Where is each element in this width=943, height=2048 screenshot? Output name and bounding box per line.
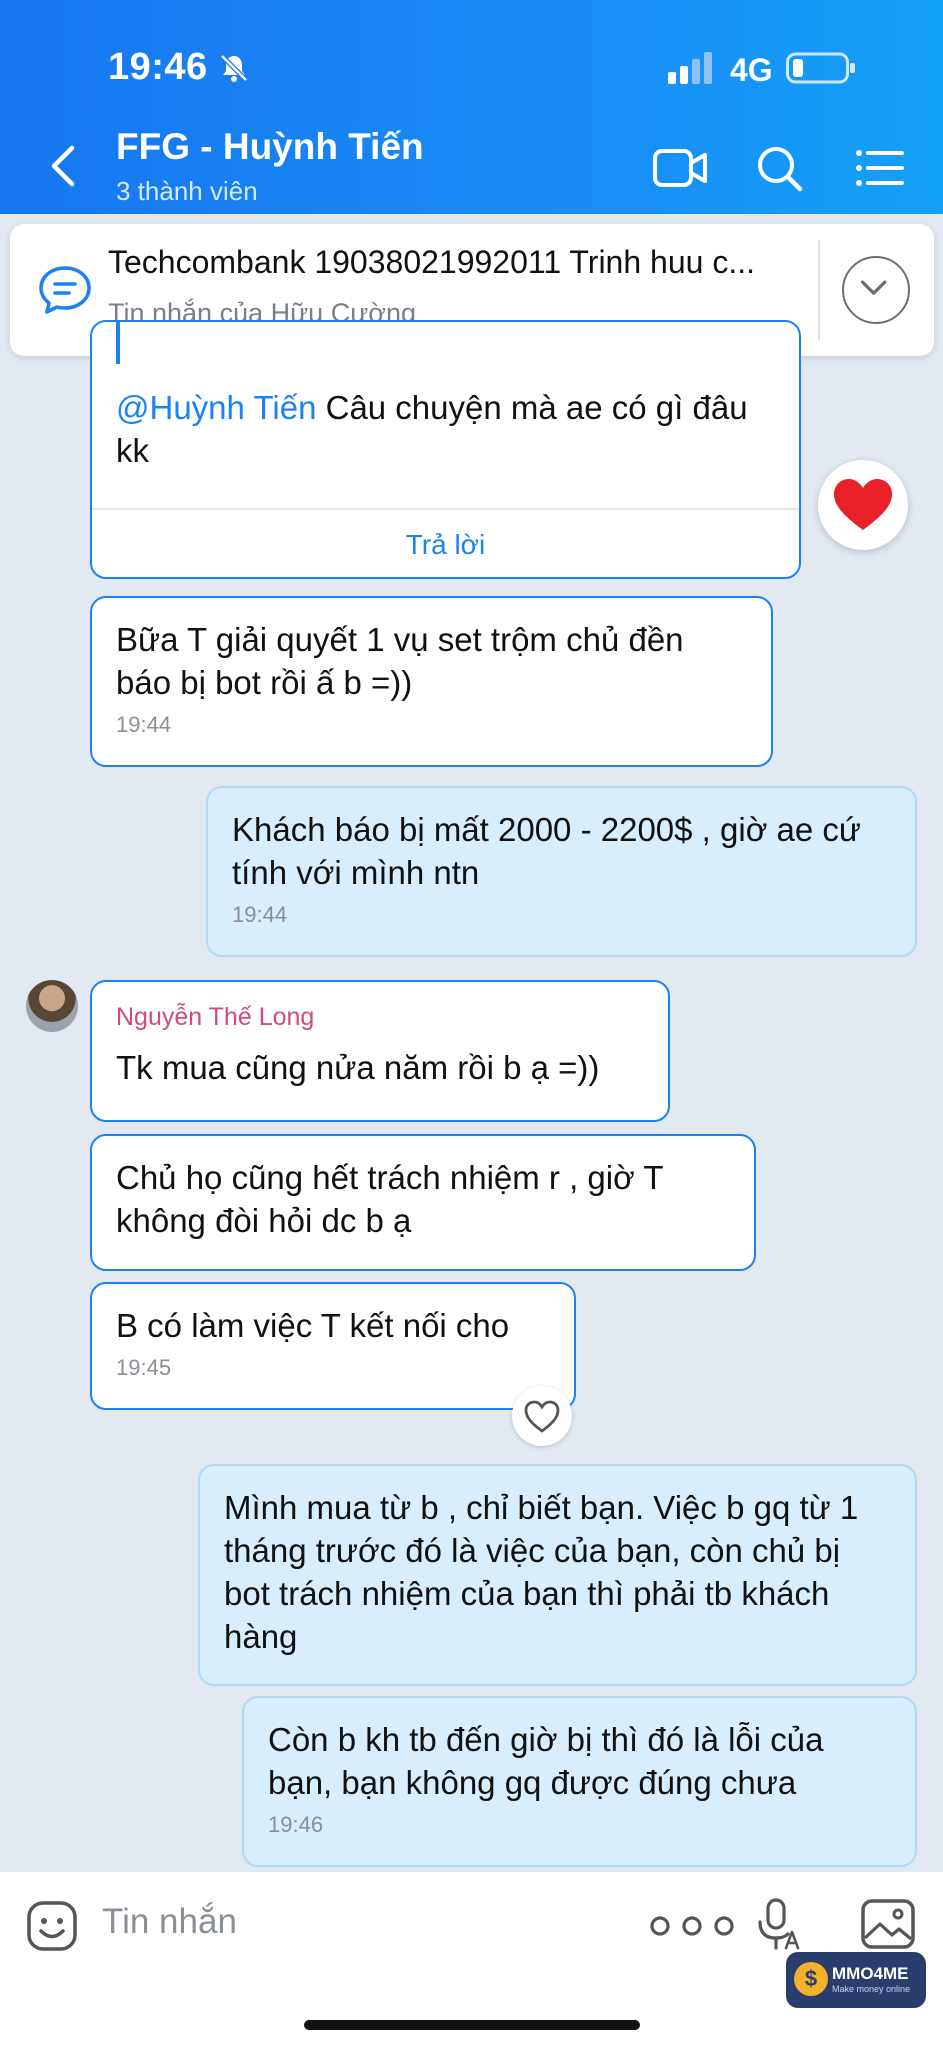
watermark-subtext: Make money online xyxy=(832,1984,911,1994)
message-bubble-own[interactable]: Mình mua từ b , chỉ biết bạn. Việc b gq … xyxy=(198,1464,917,1686)
message-text: Chủ họ cũng hết trách nhiệm r , giờ T kh… xyxy=(116,1159,663,1239)
watermark-text: MMO4ME xyxy=(832,1964,909,1983)
expand-pinned-button[interactable] xyxy=(842,256,910,324)
message-bubble-icon xyxy=(39,266,91,314)
voice-to-text-icon[interactable] xyxy=(754,1896,802,1952)
message-text: Khách báo bị mất 2000 - 2200$ , giờ ae c… xyxy=(232,811,861,891)
quoted-message-bubble[interactable]: @Huỳnh Tiến Câu chuyện mà ae có gì đâu k… xyxy=(90,320,801,579)
divider xyxy=(818,240,820,340)
heart-reaction[interactable] xyxy=(818,460,908,550)
message-bubble[interactable]: Chủ họ cũng hết trách nhiệm r , giờ T kh… xyxy=(90,1134,756,1271)
heart-outline-icon xyxy=(524,1400,560,1433)
image-picker-icon[interactable] xyxy=(860,1898,916,1950)
avatar[interactable] xyxy=(26,980,78,1032)
menu-list-icon[interactable] xyxy=(852,142,908,194)
member-count[interactable]: 3 thành viên xyxy=(116,176,258,207)
message-bubble-own[interactable]: Còn b kh tb đến giờ bị thì đó là lỗi của… xyxy=(242,1696,917,1867)
message-bubble[interactable]: B có làm việc T kết nối cho 19:45 xyxy=(90,1282,576,1410)
message-bubble[interactable]: Nguyễn Thế Long Tk mua cũng nửa năm rồi … xyxy=(90,980,670,1122)
message-time: 19:44 xyxy=(232,902,288,927)
status-time: 19:46 xyxy=(108,46,208,88)
divider xyxy=(92,508,799,510)
home-indicator xyxy=(304,2020,640,2030)
message-text: Tk mua cũng nửa năm rồi b ạ =)) xyxy=(116,1049,600,1086)
mention-link[interactable]: @Huỳnh Tiến xyxy=(116,389,316,426)
more-options-icon[interactable] xyxy=(644,1912,740,1940)
chat-header: 19:46 4G FFG - Huỳnh Tiến 3 thành viên xyxy=(0,0,943,214)
message-time: 19:44 xyxy=(116,712,172,737)
react-button[interactable] xyxy=(512,1386,572,1446)
message-bubble-own[interactable]: Khách báo bị mất 2000 - 2200$ , giờ ae c… xyxy=(206,786,917,957)
message-text: Còn b kh tb đến giờ bị thì đó là lỗi của… xyxy=(268,1721,824,1801)
sticker-icon[interactable] xyxy=(26,1900,78,1952)
message-text: B có làm việc T kết nối cho xyxy=(116,1307,510,1344)
pinned-title: Techcombank 19038021992011 Trinh huu c..… xyxy=(108,244,755,280)
signal-icon xyxy=(668,52,712,84)
reply-button[interactable]: Trả lời xyxy=(92,512,799,577)
message-time: 19:46 xyxy=(268,1812,324,1837)
sender-name[interactable]: Nguyễn Thế Long xyxy=(116,1002,644,1032)
search-icon[interactable] xyxy=(752,142,808,194)
heart-icon xyxy=(834,479,892,530)
battery-icon xyxy=(786,52,855,84)
dollar-coin-icon: $ xyxy=(794,1962,828,1996)
chat-title[interactable]: FFG - Huỳnh Tiến xyxy=(116,126,424,168)
bell-muted-icon xyxy=(220,54,248,82)
quote-indicator xyxy=(116,322,120,364)
message-text: Mình mua từ b , chỉ biết bạn. Việc b gq … xyxy=(224,1489,859,1655)
message-text: Bữa T giải quyết 1 vụ set trộm chủ đền b… xyxy=(116,621,684,701)
message-input[interactable]: Tin nhắn xyxy=(102,1902,237,1942)
video-call-icon[interactable] xyxy=(652,142,708,194)
watermark-logo: $ MMO4ME Make money online xyxy=(786,1952,926,2008)
message-time: 19:45 xyxy=(116,1355,172,1380)
message-bubble[interactable]: Bữa T giải quyết 1 vụ set trộm chủ đền b… xyxy=(90,596,773,767)
chevron-down-icon xyxy=(860,280,887,295)
quote-message-text: @Huỳnh Tiến Câu chuyện mà ae có gì đâu k… xyxy=(116,386,776,472)
back-arrow-icon[interactable] xyxy=(44,142,80,190)
network-type: 4G xyxy=(730,52,773,88)
